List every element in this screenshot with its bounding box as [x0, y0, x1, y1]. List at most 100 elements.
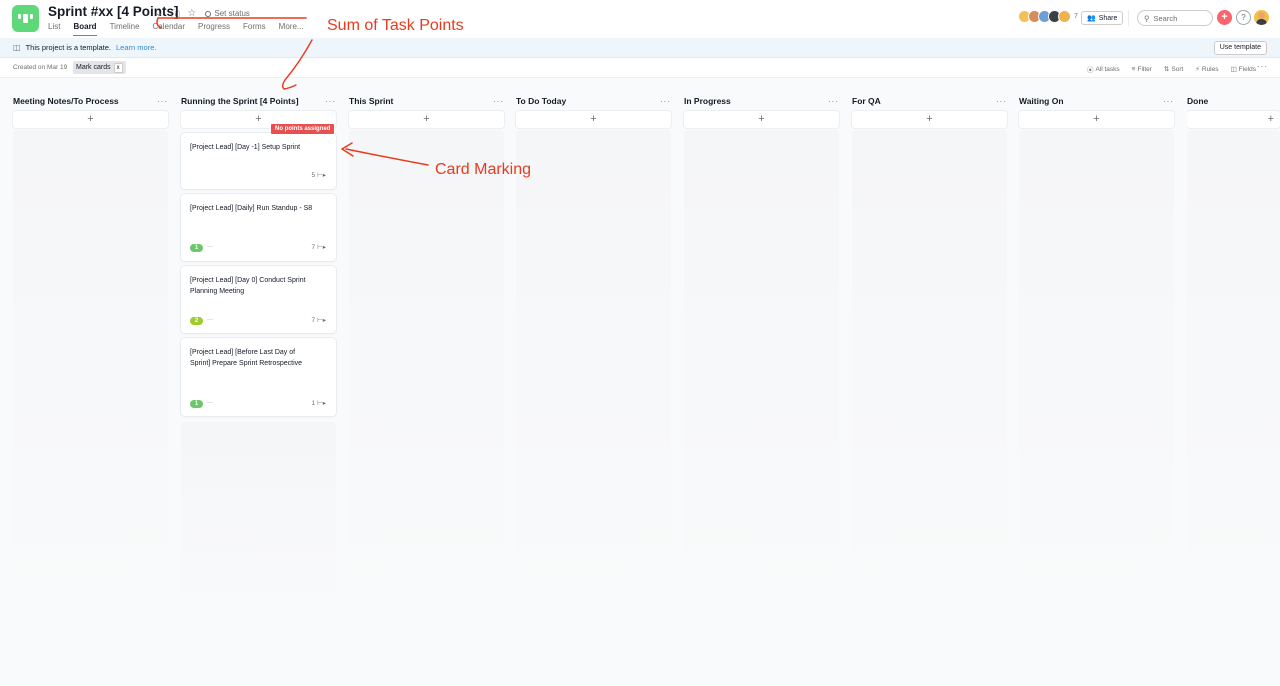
- tab-forms[interactable]: Forms: [243, 22, 266, 36]
- column-title[interactable]: Meeting Notes/To Process: [13, 96, 119, 106]
- column-title[interactable]: For QA: [852, 96, 881, 106]
- template-icon: ◫: [13, 43, 21, 52]
- quick-add-button[interactable]: +: [1217, 10, 1232, 25]
- column-title[interactable]: Running the Sprint [4 Points]: [181, 96, 299, 106]
- more-icon[interactable]: ···: [660, 97, 671, 106]
- placeholder-dash: —: [207, 244, 213, 250]
- subtask-count-value: 7: [311, 316, 316, 324]
- toolbar-more-icon[interactable]: ···: [1257, 62, 1268, 71]
- add-card-button[interactable]: +: [1187, 111, 1280, 128]
- search-input[interactable]: ⚲ Search: [1137, 10, 1213, 26]
- board-toolbar: Created on Mar 19 Mark cards x ⦿ All task…: [0, 58, 1280, 78]
- more-icon[interactable]: ···: [1163, 97, 1174, 106]
- points-badge: 1: [190, 400, 203, 408]
- subtask-count[interactable]: 7 ⊢▸: [311, 316, 326, 325]
- task-card[interactable]: [Project Lead] [Day 0] Conduct Sprint Pl…: [181, 266, 336, 333]
- column-title[interactable]: This Sprint: [349, 96, 393, 106]
- column-title[interactable]: To Do Today: [516, 96, 566, 106]
- task-card[interactable]: [Project Lead] [Before Last Day of Sprin…: [181, 338, 336, 416]
- board-column: Meeting Notes/To Process ··· +: [13, 78, 168, 618]
- subtask-icon: ⊢▸: [317, 317, 326, 324]
- add-card-button[interactable]: +: [684, 111, 839, 128]
- column-title[interactable]: Waiting On: [1019, 96, 1064, 106]
- column-body: [1187, 130, 1280, 618]
- sort-button[interactable]: ⇅ Sort: [1164, 64, 1183, 74]
- search-placeholder: Search: [1153, 13, 1178, 23]
- mark-cards-chip[interactable]: Mark cards x: [73, 61, 126, 74]
- subtask-icon: ⊢▸: [317, 244, 326, 251]
- fields-button[interactable]: ◫ Fields: [1231, 64, 1257, 74]
- mark-cards-close-button[interactable]: x: [113, 62, 123, 73]
- more-icon[interactable]: ···: [157, 97, 168, 106]
- project-logo-icon[interactable]: [12, 5, 39, 32]
- board-column: Done +: [1187, 78, 1280, 618]
- add-card-button[interactable]: +: [852, 111, 1007, 128]
- tab-more[interactable]: More...: [279, 22, 304, 36]
- annotation-sum-points: Sum of Task Points: [327, 17, 464, 34]
- toolbar-actions: ⦿ All tasks ≡ Filter ⇅ Sort ⚡ Rules ◫ Fields: [1087, 64, 1257, 75]
- star-icon[interactable]: ☆: [187, 8, 196, 19]
- points-badge: 2: [190, 317, 203, 325]
- board-column: Waiting On ··· +: [1019, 78, 1174, 618]
- all-tasks-button[interactable]: ⦿ All tasks: [1087, 64, 1120, 75]
- card-title: [Project Lead] [Daily] Run Standup - S8: [190, 205, 313, 212]
- task-card[interactable]: [Project Lead] [Daily] Run Standup - S8 …: [181, 194, 336, 261]
- rules-label: Rules: [1201, 65, 1219, 73]
- annotation-card-marking: Card Marking: [435, 161, 532, 178]
- column-body: [1019, 130, 1174, 618]
- rules-button[interactable]: ⚡ Rules: [1195, 64, 1218, 74]
- board: Meeting Notes/To Process ··· + Running th…: [0, 78, 1280, 686]
- column-title[interactable]: Done: [1187, 96, 1208, 106]
- tab-progress[interactable]: Progress: [198, 22, 230, 36]
- add-card-button[interactable]: +: [349, 111, 504, 128]
- set-status-button[interactable]: Set status: [205, 9, 250, 18]
- subtask-icon: ⊢▸: [317, 400, 326, 407]
- tab-timeline[interactable]: Timeline: [110, 22, 140, 36]
- subtask-count-value: 5: [311, 171, 316, 179]
- user-avatar[interactable]: [1254, 10, 1269, 25]
- board-column: Running the Sprint [4 Points] ··· + No po…: [181, 78, 336, 618]
- task-card[interactable]: No points assigned [Project Lead] [Day -…: [181, 124, 336, 189]
- title-actions: ⌄ ⓘ ☆ Set status: [155, 6, 250, 21]
- sort-label: Sort: [1171, 65, 1184, 73]
- all-tasks-label: All tasks: [1095, 65, 1120, 73]
- column-title[interactable]: In Progress: [684, 96, 731, 106]
- search-icon: ⚲: [1144, 13, 1150, 23]
- card-title: [Project Lead] [Day 0] Conduct Sprint Pl…: [190, 277, 306, 295]
- add-card-button[interactable]: +: [1019, 111, 1174, 128]
- filter-button[interactable]: ≡ Filter: [1132, 64, 1152, 74]
- add-card-button[interactable]: +: [13, 111, 168, 128]
- use-template-button[interactable]: Use template: [1213, 41, 1267, 55]
- more-icon[interactable]: ···: [325, 97, 336, 106]
- set-status-label: Set status: [214, 9, 250, 18]
- rules-icon: ⚡: [1195, 66, 1200, 73]
- subtask-count[interactable]: 7 ⊢▸: [311, 243, 326, 252]
- tab-list[interactable]: List: [48, 22, 60, 36]
- filter-label: Filter: [1137, 65, 1152, 73]
- project-tabs: List Board Timeline Calendar Progress Fo…: [48, 22, 304, 36]
- share-icon: 👥: [1087, 15, 1096, 22]
- info-icon[interactable]: ⓘ: [170, 6, 180, 21]
- member-count: 7: [1074, 13, 1078, 20]
- banner-text: This project is a template.: [25, 43, 112, 52]
- tab-board[interactable]: Board: [73, 22, 97, 36]
- tab-calendar[interactable]: Calendar: [153, 22, 185, 36]
- more-icon[interactable]: ···: [493, 97, 504, 106]
- learn-more-link[interactable]: Learn more.: [116, 43, 156, 52]
- share-button[interactable]: 👥 Share: [1081, 11, 1124, 25]
- subtask-count-value: 7: [311, 243, 316, 251]
- more-icon[interactable]: ···: [828, 97, 839, 106]
- card-title: [Project Lead] [Day -1] Setup Sprint: [190, 144, 301, 151]
- subtask-count-value: 1: [311, 399, 316, 407]
- placeholder-dash: —: [207, 400, 213, 406]
- header-divider: [1128, 10, 1129, 26]
- board-column: For QA ··· +: [852, 78, 1007, 618]
- add-card-button[interactable]: +: [516, 111, 671, 128]
- template-banner: ◫ This project is a template. Learn more…: [0, 38, 1280, 58]
- project-members[interactable]: 7: [1018, 10, 1078, 23]
- chevron-down-icon[interactable]: ⌄: [155, 8, 163, 19]
- help-button[interactable]: ?: [1236, 10, 1251, 25]
- subtask-count[interactable]: 1 ⊢▸: [311, 399, 326, 408]
- more-icon[interactable]: ···: [996, 97, 1007, 106]
- subtask-count[interactable]: 5 ⊢▸: [311, 171, 326, 180]
